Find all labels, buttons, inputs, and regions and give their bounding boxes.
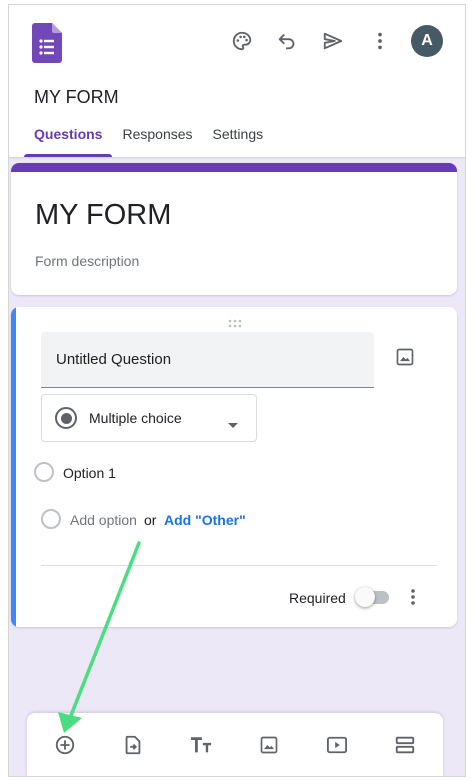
tab-responses[interactable]: Responses xyxy=(112,123,202,157)
tab-settings[interactable]: Settings xyxy=(203,123,274,157)
add-other-link[interactable]: Add "Other" xyxy=(164,512,246,528)
add-question-icon[interactable] xyxy=(51,731,79,759)
tab-questions[interactable]: Questions xyxy=(24,123,113,157)
required-toggle[interactable] xyxy=(355,587,391,607)
import-questions-icon[interactable] xyxy=(119,731,147,759)
question-title-input[interactable]: Untitled Question xyxy=(41,332,374,388)
form-title[interactable]: MY FORM xyxy=(35,199,171,232)
or-text: or xyxy=(144,512,157,528)
add-image-icon[interactable] xyxy=(393,345,417,369)
question-more-icon[interactable] xyxy=(403,585,423,609)
add-image-toolbar-icon[interactable] xyxy=(255,731,283,759)
tab-bar: Questions Responses Settings xyxy=(24,123,273,157)
doc-title[interactable]: MY FORM xyxy=(34,87,119,108)
question-type-label: Multiple choice xyxy=(89,410,182,426)
avatar[interactable]: A xyxy=(411,25,443,57)
floating-toolbar xyxy=(27,713,443,776)
question-type-dropdown[interactable]: Multiple choice xyxy=(41,394,257,442)
form-title-card[interactable]: MY FORM Form description xyxy=(11,163,457,295)
forms-logo-icon[interactable] xyxy=(32,23,62,63)
palette-icon[interactable] xyxy=(228,27,256,55)
accent-bar xyxy=(11,163,457,172)
radio-checked-icon xyxy=(55,407,77,429)
more-vert-icon[interactable] xyxy=(366,27,394,55)
add-option-radio xyxy=(41,509,61,529)
add-video-icon[interactable] xyxy=(323,731,351,759)
active-card-indicator xyxy=(11,307,16,627)
app-frame: A MY FORM Questions Responses Settings M… xyxy=(8,4,466,777)
undo-icon[interactable] xyxy=(273,27,301,55)
add-title-icon[interactable] xyxy=(187,731,215,759)
form-description-field[interactable]: Form description xyxy=(35,253,139,269)
send-icon[interactable] xyxy=(319,27,347,55)
required-label: Required xyxy=(289,590,346,606)
option-1-input[interactable]: Option 1 xyxy=(63,465,116,481)
option-radio xyxy=(34,462,54,482)
card-divider xyxy=(41,565,437,566)
question-title-text: Untitled Question xyxy=(56,351,172,368)
dropdown-arrow-icon xyxy=(228,416,238,434)
question-card[interactable]: Untitled Question Multiple choice Option… xyxy=(11,307,457,627)
drag-handle-icon[interactable] xyxy=(227,315,243,328)
add-option-link[interactable]: Add option xyxy=(70,512,137,528)
add-section-icon[interactable] xyxy=(391,731,419,759)
app-header: A MY FORM Questions Responses Settings xyxy=(9,5,465,157)
